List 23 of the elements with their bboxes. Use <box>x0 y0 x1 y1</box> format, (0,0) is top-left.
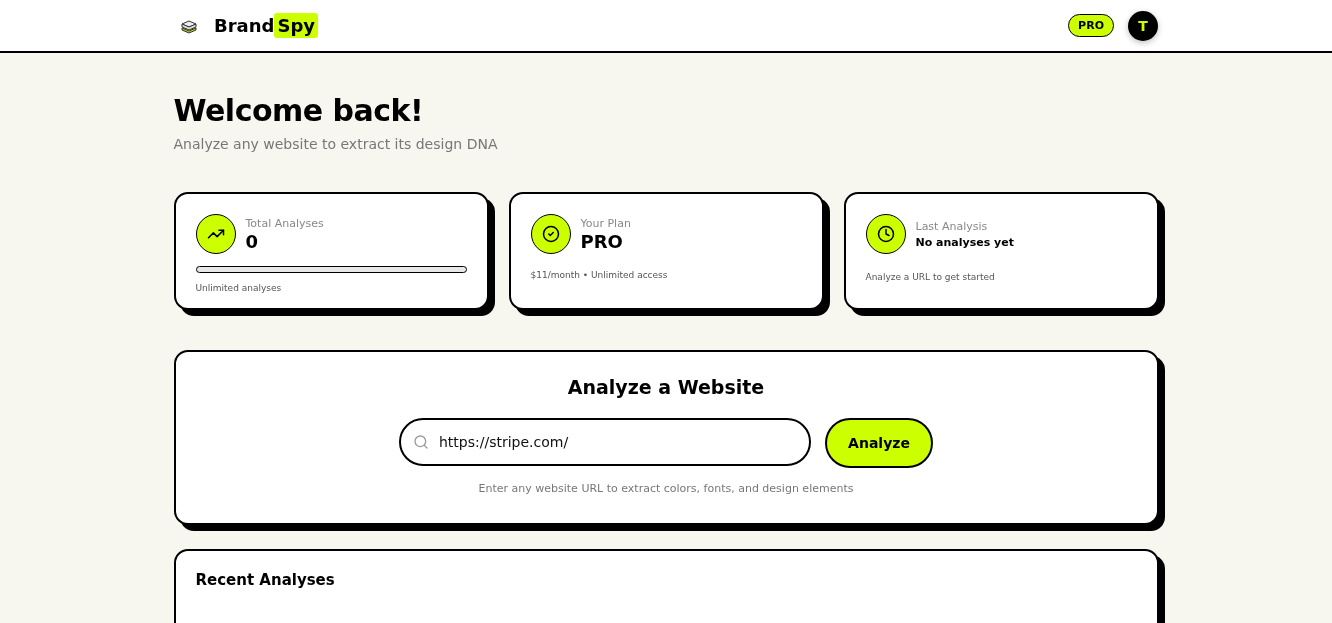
stat-note: Analyze a URL to get started <box>865 272 996 282</box>
check-circle-icon <box>530 214 571 254</box>
stat-value: 0 <box>245 230 260 252</box>
stat-note: Unlimited analyses <box>195 283 283 293</box>
stat-label: Last Analysis <box>915 219 989 233</box>
welcome-title: Welcome back! <box>173 93 425 128</box>
stat-label: Your Plan <box>580 216 631 230</box>
stat-label: Total Analyses <box>245 216 324 230</box>
recent-title: Recent Analyses <box>195 571 336 589</box>
stat-note: $11/month • Unlimited access <box>530 270 669 280</box>
url-field[interactable]: https://stripe.com/ <box>399 418 811 466</box>
brand-logo[interactable]: Brand Spy <box>214 13 319 38</box>
analyze-title: Analyze a Website <box>567 376 765 398</box>
user-avatar[interactable]: T <box>1128 10 1158 41</box>
welcome-subtitle: Analyze any website to extract its design DNA <box>173 136 499 152</box>
analyze-hint: Enter any website URL to extract colors, fonts, and design elements <box>478 482 854 495</box>
plan-badge: PRO <box>1068 14 1114 37</box>
trend-icon <box>195 214 236 254</box>
analyze-button[interactable]: Analyze <box>825 418 933 468</box>
clock-icon <box>865 214 906 254</box>
stat-value: No analyses yet <box>915 235 1014 249</box>
search-icon <box>413 434 429 450</box>
stat-value: PRO <box>580 230 624 252</box>
